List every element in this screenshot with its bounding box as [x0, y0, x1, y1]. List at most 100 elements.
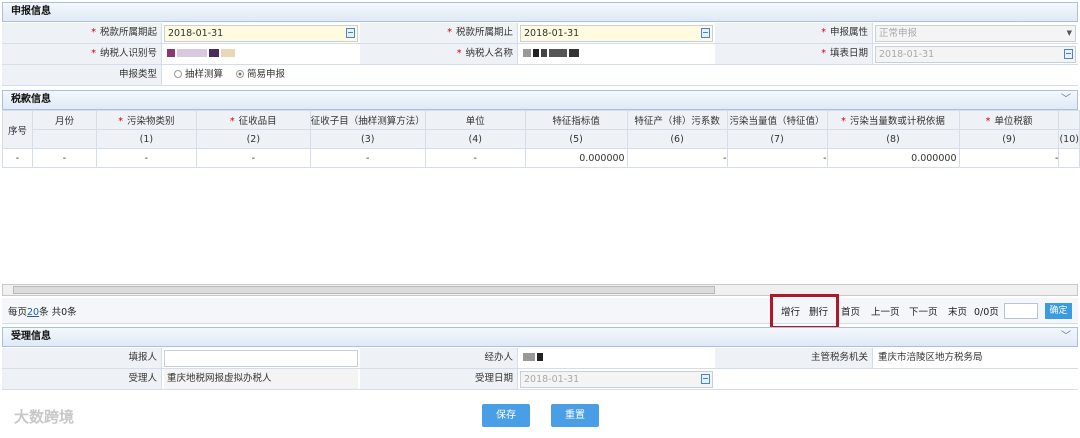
col-number: (3) [309, 129, 426, 149]
attr-select[interactable]: 正常申报 ▼ [875, 25, 1076, 42]
table-cell: - [2, 148, 33, 168]
watermark: 大数跨境 [14, 408, 75, 426]
calendar-icon[interactable] [701, 28, 710, 38]
type-label: 申报类型 [2, 65, 162, 85]
period-end-input[interactable]: 2018-01-31 [520, 25, 713, 42]
col-header: 月份 [31, 110, 97, 130]
table-cell[interactable]: - [95, 148, 197, 168]
table-cell[interactable]: - [958, 148, 1060, 168]
radio-sampling[interactable] [174, 70, 182, 78]
col-number: (7) [726, 129, 828, 149]
tax-section-title: 税款信息 [11, 94, 51, 105]
fill-date-label: * 填表日期 [715, 44, 873, 64]
col-number: (2) [195, 129, 311, 149]
table-cell-overflow [1058, 148, 1080, 168]
accept-row-1: 填报人 经办人 主管税务机关 重庆市涪陵区地方税务局 [2, 348, 1078, 369]
attr-label: * 申报属性 [715, 23, 873, 43]
scrollbar-thumb[interactable] [13, 286, 715, 294]
col-number: (10) [1058, 129, 1080, 149]
col-header: * 单位税额 [958, 110, 1060, 130]
col-header: 单位 [424, 110, 526, 130]
handler-value [520, 348, 713, 368]
pager: 每页20条 共0条 增行 删行 首页 上一页 下一页 末页 0/0页 确定 [2, 298, 1078, 324]
tax-table: 序号 月份 * 污染物类别 * 征收品目 征收子目（抽样测算方法） 单位 特征指标值… [2, 110, 1080, 168]
page-jump-input[interactable] [1004, 303, 1038, 319]
col-number: (9) [958, 129, 1060, 149]
calendar-icon[interactable] [701, 374, 710, 384]
authority-value: 重庆市涪陵区地方税务局 [878, 352, 983, 363]
save-button[interactable]: 保存 [482, 404, 530, 427]
calendar-icon[interactable] [346, 28, 355, 38]
next-page-button[interactable]: 下一页 [909, 304, 938, 318]
col-header-overflow [1058, 110, 1080, 130]
taxpayer-name-value [520, 44, 713, 64]
prev-page-button[interactable]: 上一页 [871, 304, 900, 318]
highlight-box [770, 294, 839, 329]
table-cell[interactable]: 0.000000 [826, 148, 960, 168]
table-cell[interactable]: - [726, 148, 828, 168]
col-header: * 污染当量数或计税依据 [826, 110, 960, 130]
page-indicator: 0/0页 [974, 307, 999, 318]
col-number: (1) [95, 129, 197, 149]
table-cell[interactable]: 0.000000 [524, 148, 628, 168]
table-cell[interactable]: - [31, 148, 97, 168]
period-start-label: * 税款所属期起 [2, 23, 162, 43]
taxpayer-name-label: * 纳税人名称 [360, 44, 518, 64]
acceptor-label: 受理人 [2, 369, 162, 389]
per-page-text: 每页20条 共0条 [8, 307, 77, 318]
col-header: * 污染物类别 [95, 110, 197, 130]
col-header: 征收子目（抽样测算方法） [309, 110, 426, 130]
reset-button[interactable]: 重置 [551, 404, 599, 427]
declare-row-3: 申报类型 抽样测算 简易申报 [2, 65, 1078, 86]
col-number [31, 129, 97, 149]
col-number: (4) [424, 129, 526, 149]
accept-date-input[interactable]: 2018-01-31 [520, 371, 713, 388]
declare-row-1: * 税款所属期起 2018-01-31 * 税款所属期止 2018-01-31 * 申… [2, 23, 1078, 44]
authority-label: 主管税务机关 [715, 348, 873, 368]
table-number-row: (1) (2) (3) (4) (5) (6) (7) (8) (9) (10) [3, 129, 1080, 149]
accept-date-label: 受理日期 [360, 369, 518, 389]
accept-row-2: 受理人 重庆地税网报虚拟办税人 受理日期 2018-01-31 [2, 369, 1078, 390]
filler-label: 填报人 [2, 348, 162, 368]
table-cell[interactable]: - [195, 148, 311, 168]
col-header: 污染当量值（特征值） [726, 110, 828, 130]
col-number: (8) [826, 129, 960, 149]
declaration-form: 申报信息 * 税款所属期起 2018-01-31 * 税款所属期止 2018-01-… [0, 0, 1080, 438]
period-start-input[interactable]: 2018-01-31 [164, 25, 358, 42]
per-page-link[interactable]: 20 [27, 307, 39, 318]
collapse-icon[interactable]: ﹀ [1061, 91, 1071, 109]
last-page-button[interactable]: 末页 [948, 304, 967, 318]
taxpayer-id-label: * 纳税人识别号 [2, 44, 162, 64]
acceptor-value: 重庆地税网报虚拟办税人 [164, 369, 358, 389]
table-cell[interactable]: - [309, 148, 426, 168]
table-header-row: 序号 月份 * 污染物类别 * 征收品目 征收子目（抽样测算方法） 单位 特征指标值… [2, 110, 1080, 149]
col-header: * 征收品目 [195, 110, 311, 130]
type-radio-group: 抽样测算 简易申报 [164, 65, 358, 85]
table-row[interactable]: - - - - - - 0.000000 - - 0.000000 - [2, 148, 1080, 168]
filler-input[interactable] [164, 350, 358, 367]
tax-section-header: 税款信息 ﹀ [2, 90, 1078, 110]
col-header: 特征产（排）污系数 [626, 110, 728, 130]
confirm-page-button[interactable]: 确定 [1045, 303, 1072, 319]
horizontal-scrollbar[interactable] [2, 284, 1078, 296]
accept-section-header: 受理信息 ﹀ [2, 327, 1078, 347]
col-number: (6) [626, 129, 728, 149]
chevron-down-icon: ▼ [1066, 29, 1072, 37]
declare-section-title: 申报信息 [11, 6, 51, 17]
table-cell[interactable]: - [626, 148, 728, 168]
accept-section-title: 受理信息 [11, 331, 51, 342]
calendar-icon[interactable] [1064, 49, 1073, 59]
col-number: (5) [524, 129, 628, 149]
collapse-icon[interactable]: ﹀ [1061, 328, 1071, 346]
first-page-button[interactable]: 首页 [841, 304, 860, 318]
table-cell[interactable]: - [424, 148, 526, 168]
radio-simple[interactable] [236, 70, 245, 78]
declare-row-2: * 纳税人识别号 * 纳税人名称 * 填表日期 2018-01-31 [2, 44, 1078, 65]
declare-section-header: 申报信息 [2, 2, 1078, 22]
col-header: 序号 [2, 110, 33, 149]
period-end-label: * 税款所属期止 [360, 23, 518, 43]
handler-label: 经办人 [360, 348, 518, 368]
taxpayer-id-value [164, 44, 358, 64]
fill-date-input[interactable]: 2018-01-31 [875, 46, 1076, 63]
col-header: 特征指标值 [524, 110, 628, 130]
